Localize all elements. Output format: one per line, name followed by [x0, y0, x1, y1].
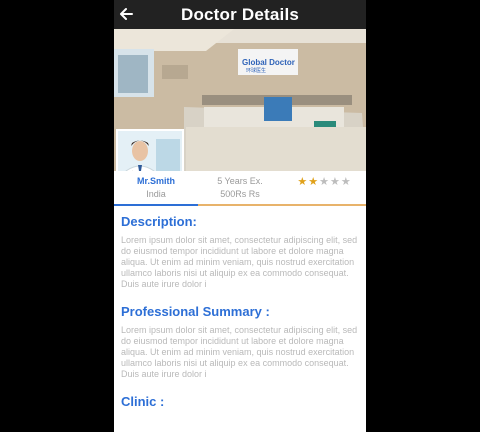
- star-filled-icon: ★: [308, 176, 319, 188]
- doctor-location: India: [146, 189, 166, 199]
- doctor-experience-tab[interactable]: 5 Years Ex. 500Rs Rs: [198, 171, 282, 204]
- arrow-back-icon[interactable]: [116, 3, 136, 25]
- clinic-photo: Global Doctor 环球医生: [114, 29, 366, 171]
- description-text: Lorem ipsum dolor sit amet, consectetur …: [121, 235, 358, 289]
- doctor-info-bar: Mr.Smith India 5 Years Ex. 500Rs Rs ★ ★ ★ ★…: [114, 171, 366, 206]
- doctor-photo: [116, 129, 184, 171]
- description-title: Description:: [121, 214, 197, 229]
- doctor-name-tab[interactable]: Mr.Smith India: [114, 171, 198, 206]
- star-empty-icon: ★: [329, 176, 340, 188]
- star-empty-icon: ★: [319, 176, 329, 188]
- doctor-fee: 500Rs Rs: [220, 189, 260, 199]
- star-filled-icon: ★: [297, 176, 308, 188]
- summary-section: Professional Summary : Lorem ipsum dolor…: [114, 304, 366, 380]
- page-title: Doctor Details: [180, 4, 300, 24]
- clinic-title: Clinic :: [121, 394, 165, 409]
- phone-screen: Doctor Details Global Doctor 环球医生 Mr.Smi…: [114, 0, 366, 432]
- doctor-name: Mr.Smith: [136, 176, 175, 186]
- star-empty-icon: ★: [340, 176, 351, 188]
- description-section: Description: Lorem ipsum dolor sit amet,…: [114, 214, 366, 290]
- rating-stars: ★ ★ ★ ★ ★: [282, 171, 366, 204]
- summary-text: Lorem ipsum dolor sit amet, consectetur …: [121, 325, 358, 379]
- clinic-sign-sub: 环球医生: [246, 67, 266, 74]
- app-bar: Doctor Details: [114, 0, 366, 29]
- summary-title: Professional Summary :: [121, 304, 270, 319]
- clinic-sign: Global Doctor: [242, 58, 295, 67]
- doctor-experience: 5 Years Ex.: [217, 176, 263, 186]
- clinic-section: Clinic :: [114, 394, 366, 409]
